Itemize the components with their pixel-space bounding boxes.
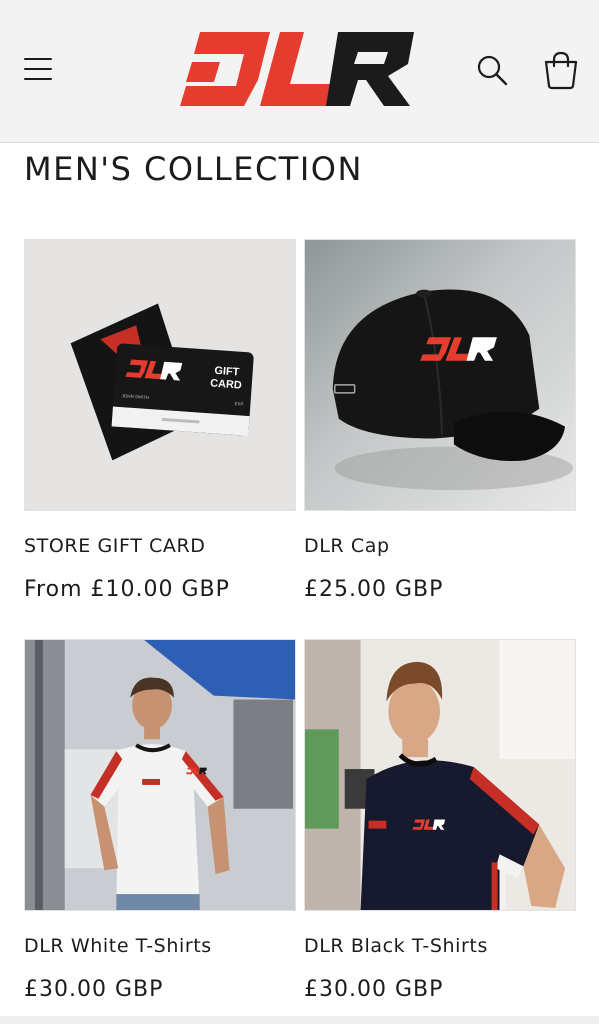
cart-button[interactable] xyxy=(540,48,582,92)
dlr-logo[interactable] xyxy=(178,26,420,112)
product-image-cap[interactable] xyxy=(304,239,576,511)
product-card-white-tshirt[interactable]: DLR White T-Shirts £30.00 GBP xyxy=(24,639,296,1002)
search-icon xyxy=(477,55,508,86)
bottom-divider xyxy=(0,1016,599,1024)
product-price: From £10.00 GBP xyxy=(24,577,230,602)
gift-card-image: GIFT CARD JOHN SMITH EXP. xyxy=(25,240,295,510)
cap-image xyxy=(305,240,575,510)
page-title: MEN'S COLLECTION xyxy=(24,150,363,188)
product-image-black-tshirt[interactable] xyxy=(304,639,576,911)
gift-card-card-text: CARD xyxy=(210,377,242,391)
menu-button[interactable] xyxy=(20,50,58,88)
gift-card-exp-text: EXP. xyxy=(234,401,244,407)
white-tshirt-image xyxy=(25,640,295,910)
dlr-logo-mark xyxy=(180,32,414,106)
hamburger-icon-bar xyxy=(24,68,52,70)
hamburger-icon-bar xyxy=(24,78,52,80)
product-card-gift-card[interactable]: GIFT CARD JOHN SMITH EXP. STORE GIFT CAR… xyxy=(24,239,296,602)
product-card-black-tshirt[interactable]: DLR Black T-Shirts £30.00 GBP xyxy=(304,639,576,1002)
product-name[interactable]: DLR Black T-Shirts xyxy=(304,935,488,957)
gift-card-gift-text: GIFT xyxy=(214,365,240,379)
product-price: £30.00 GBP xyxy=(24,977,164,1002)
product-name[interactable]: STORE GIFT CARD xyxy=(24,535,206,557)
product-name[interactable]: DLR White T-Shirts xyxy=(24,935,212,957)
product-card-cap[interactable]: DLR Cap £25.00 GBP xyxy=(304,239,576,602)
site-header xyxy=(0,0,599,143)
product-price: £25.00 GBP xyxy=(304,577,444,602)
product-price: £30.00 GBP xyxy=(304,977,444,1002)
product-image-gift-card[interactable]: GIFT CARD JOHN SMITH EXP. xyxy=(24,239,296,511)
cart-icon xyxy=(544,51,578,90)
product-image-white-tshirt[interactable] xyxy=(24,639,296,911)
black-tshirt-image xyxy=(305,640,575,910)
hamburger-icon-bar xyxy=(24,58,52,60)
search-button[interactable] xyxy=(472,50,512,90)
product-name[interactable]: DLR Cap xyxy=(304,535,390,557)
